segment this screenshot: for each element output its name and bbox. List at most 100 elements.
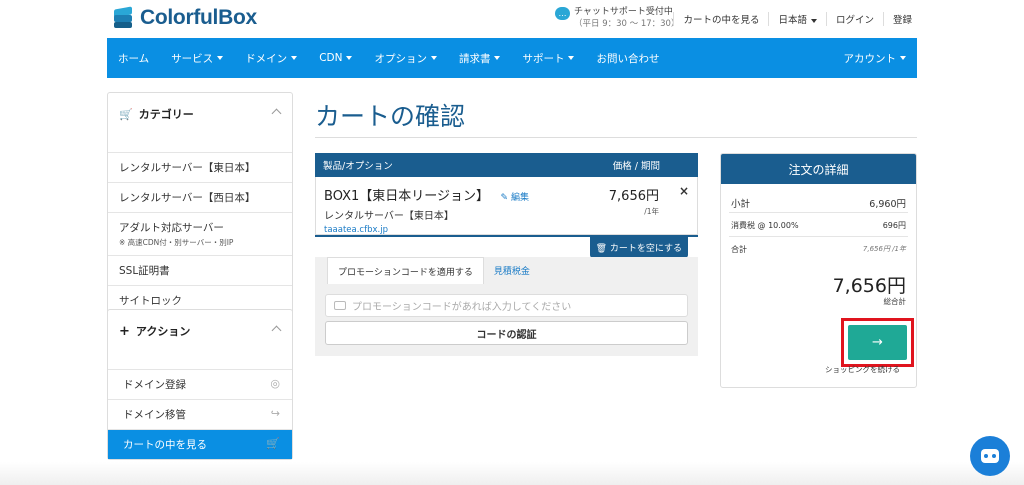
trash-icon: 🗑 <box>595 244 608 254</box>
nav-account[interactable]: アカウント <box>833 51 918 66</box>
product-domain[interactable]: taaatea.cfbx.jp <box>324 225 689 235</box>
chevron-down-icon <box>430 56 437 60</box>
chevron-down-icon <box>291 56 298 60</box>
category-item-west-server[interactable]: レンタルサーバー【西日本】 <box>108 182 292 212</box>
footer-shadow <box>0 462 1024 485</box>
promo-tabs: プロモーションコードを適用する 見積税金 <box>327 257 540 284</box>
language-selector[interactable]: 日本語 <box>778 12 817 26</box>
nav-support[interactable]: サポート <box>511 51 585 66</box>
nav-label: 請求書 <box>458 52 491 65</box>
edit-label: 編集 <box>510 193 529 203</box>
page-title: カートの確認 <box>315 102 466 131</box>
subtotal-row: 小計 6,960円 <box>731 196 906 210</box>
categories-header[interactable]: 🛒 カテゴリー <box>108 93 292 135</box>
empty-cart-label: カートを空にする <box>609 244 682 254</box>
plus-icon: + <box>119 323 130 339</box>
chat-bubble-icon: … <box>555 7 570 20</box>
remove-item-icon[interactable]: × <box>679 184 689 198</box>
column-price: 価格 / 期間 <box>612 161 660 172</box>
continue-shopping-link[interactable]: ショッピングを続ける <box>825 364 900 375</box>
tax-value: 696円 <box>882 221 906 230</box>
ticket-icon <box>334 301 346 310</box>
nav-home[interactable]: ホーム <box>107 51 160 66</box>
item-price: 7,656円 <box>608 189 659 204</box>
tab-promo-code[interactable]: プロモーションコードを適用する <box>327 257 484 284</box>
total-label: 合計 <box>731 245 747 254</box>
divider <box>729 236 908 237</box>
top-header: ColorfulBox … チャットサポート受付中 （平日 9：30 〜 17：… <box>0 0 1024 38</box>
category-sublabel: ※ 高速CDN付・別サーバー・別IP <box>119 238 234 247</box>
cart-header: 製品/オプション 価格 / 期間 <box>315 153 698 177</box>
category-item-ssl[interactable]: SSL証明書 <box>108 255 292 285</box>
divider <box>825 12 827 26</box>
nav-label: サービス <box>171 52 214 65</box>
checkout-highlight: → <box>841 318 914 367</box>
chevron-down-icon <box>217 56 224 60</box>
actions-header[interactable]: + アクション <box>108 310 292 352</box>
chevron-up-icon <box>271 325 282 336</box>
promo-section: プロモーションコードを適用する 見積税金 プロモーションコードがあれば入力してく… <box>315 257 698 356</box>
nav-domains[interactable]: ドメイン <box>234 51 308 66</box>
action-label: ドメイン登録 <box>123 379 186 391</box>
cart-table: 製品/オプション 価格 / 期間 BOX1【東日本リージョン】 ✎ 編集 レンタ… <box>315 153 698 258</box>
category-item-adult-server[interactable]: アダルト対応サーバー ※ 高速CDN付・別サーバー・別IP <box>108 212 292 255</box>
site-logo[interactable]: ColorfulBox <box>112 6 257 30</box>
summary-title: 注文の詳細 <box>721 154 916 184</box>
box-logo-icon <box>112 6 134 30</box>
total-row: 合計 7,656円 /1年 <box>731 244 906 255</box>
promo-code-input[interactable]: プロモーションコードがあれば入力してください <box>325 294 688 317</box>
action-transfer-domain[interactable]: ドメイン移管 ↪ <box>108 399 292 429</box>
nav-contact[interactable]: お問い合わせ <box>585 51 670 66</box>
cart-icon: 🛒 <box>119 107 133 121</box>
nav-label: CDN <box>319 52 343 64</box>
tab-estimate-tax[interactable]: 見積税金 <box>484 257 540 284</box>
edit-link[interactable]: ✎ 編集 <box>501 193 529 203</box>
category-label: アダルト対応サーバー <box>119 222 224 234</box>
nav-options[interactable]: オプション <box>363 51 448 66</box>
nav-cdn[interactable]: CDN <box>308 52 363 64</box>
action-register-domain[interactable]: ドメイン登録 ◎ <box>108 369 292 399</box>
action-view-cart[interactable]: カートの中を見る 🛒 <box>108 429 292 459</box>
action-label: カートの中を見る <box>123 439 207 451</box>
validate-code-button[interactable]: コードの認証 <box>325 321 688 345</box>
product-name: BOX1【東日本リージョン】 <box>324 189 490 204</box>
chat-support-link[interactable]: … チャットサポート受付中 （平日 9：30 〜 17：30） <box>555 6 679 30</box>
chevron-down-icon <box>900 56 906 60</box>
globe-icon: ◎ <box>270 377 280 390</box>
category-label: レンタルサーバー【西日本】 <box>119 192 256 204</box>
empty-cart-button[interactable]: 🗑 カートを空にする <box>589 237 688 258</box>
title-divider <box>315 137 917 138</box>
top-links: カートの中を見る 日本語 ログイン 登録 <box>664 12 912 26</box>
cart-icon: 🛒 <box>266 437 280 450</box>
divider <box>768 12 770 26</box>
chat-bot-button[interactable] <box>970 436 1010 476</box>
chevron-down-icon <box>494 56 501 60</box>
subtotal-label: 小計 <box>731 199 751 210</box>
chevron-down-icon <box>346 56 353 60</box>
grand-total: 7,656円 <box>832 275 906 297</box>
product-group: レンタルサーバー【東日本】 <box>324 211 454 222</box>
language-label: 日本語 <box>778 15 807 26</box>
category-label: レンタルサーバー【東日本】 <box>119 162 256 174</box>
category-item-east-server[interactable]: レンタルサーバー【東日本】 <box>108 152 292 182</box>
register-link[interactable]: 登録 <box>893 12 912 26</box>
checkout-button[interactable]: → <box>848 325 907 360</box>
divider <box>673 12 675 26</box>
nav-invoices[interactable]: 請求書 <box>448 51 512 66</box>
tax-row: 消費税 @ 10.00% 696円 <box>731 220 906 231</box>
actions-panel: + アクション ドメイン登録 ◎ ドメイン移管 ↪ カートの中を見る 🛒 <box>107 309 293 460</box>
view-cart-link[interactable]: カートの中を見る <box>683 12 759 26</box>
categories-panel: 🛒 カテゴリー レンタルサーバー【東日本】 レンタルサーバー【西日本】 アダルト… <box>107 92 293 316</box>
panel-title: カテゴリー <box>138 108 194 121</box>
login-link[interactable]: ログイン <box>836 12 874 26</box>
total-cycle: 7,656円 /1年 <box>862 245 906 253</box>
grand-total-caption: 総合計 <box>883 297 907 306</box>
main-nav: ホーム サービス ドメイン CDN オプション 請求書 サポート お問い合わせ … <box>107 38 917 78</box>
nav-label: ドメイン <box>245 52 288 65</box>
brand-name: ColorfulBox <box>140 6 257 29</box>
arrow-right-icon: → <box>872 335 883 350</box>
nav-label: オプション <box>374 52 427 65</box>
tax-label: 消費税 @ 10.00% <box>731 221 799 230</box>
nav-services[interactable]: サービス <box>160 51 234 66</box>
share-arrow-icon: ↪ <box>270 407 280 420</box>
